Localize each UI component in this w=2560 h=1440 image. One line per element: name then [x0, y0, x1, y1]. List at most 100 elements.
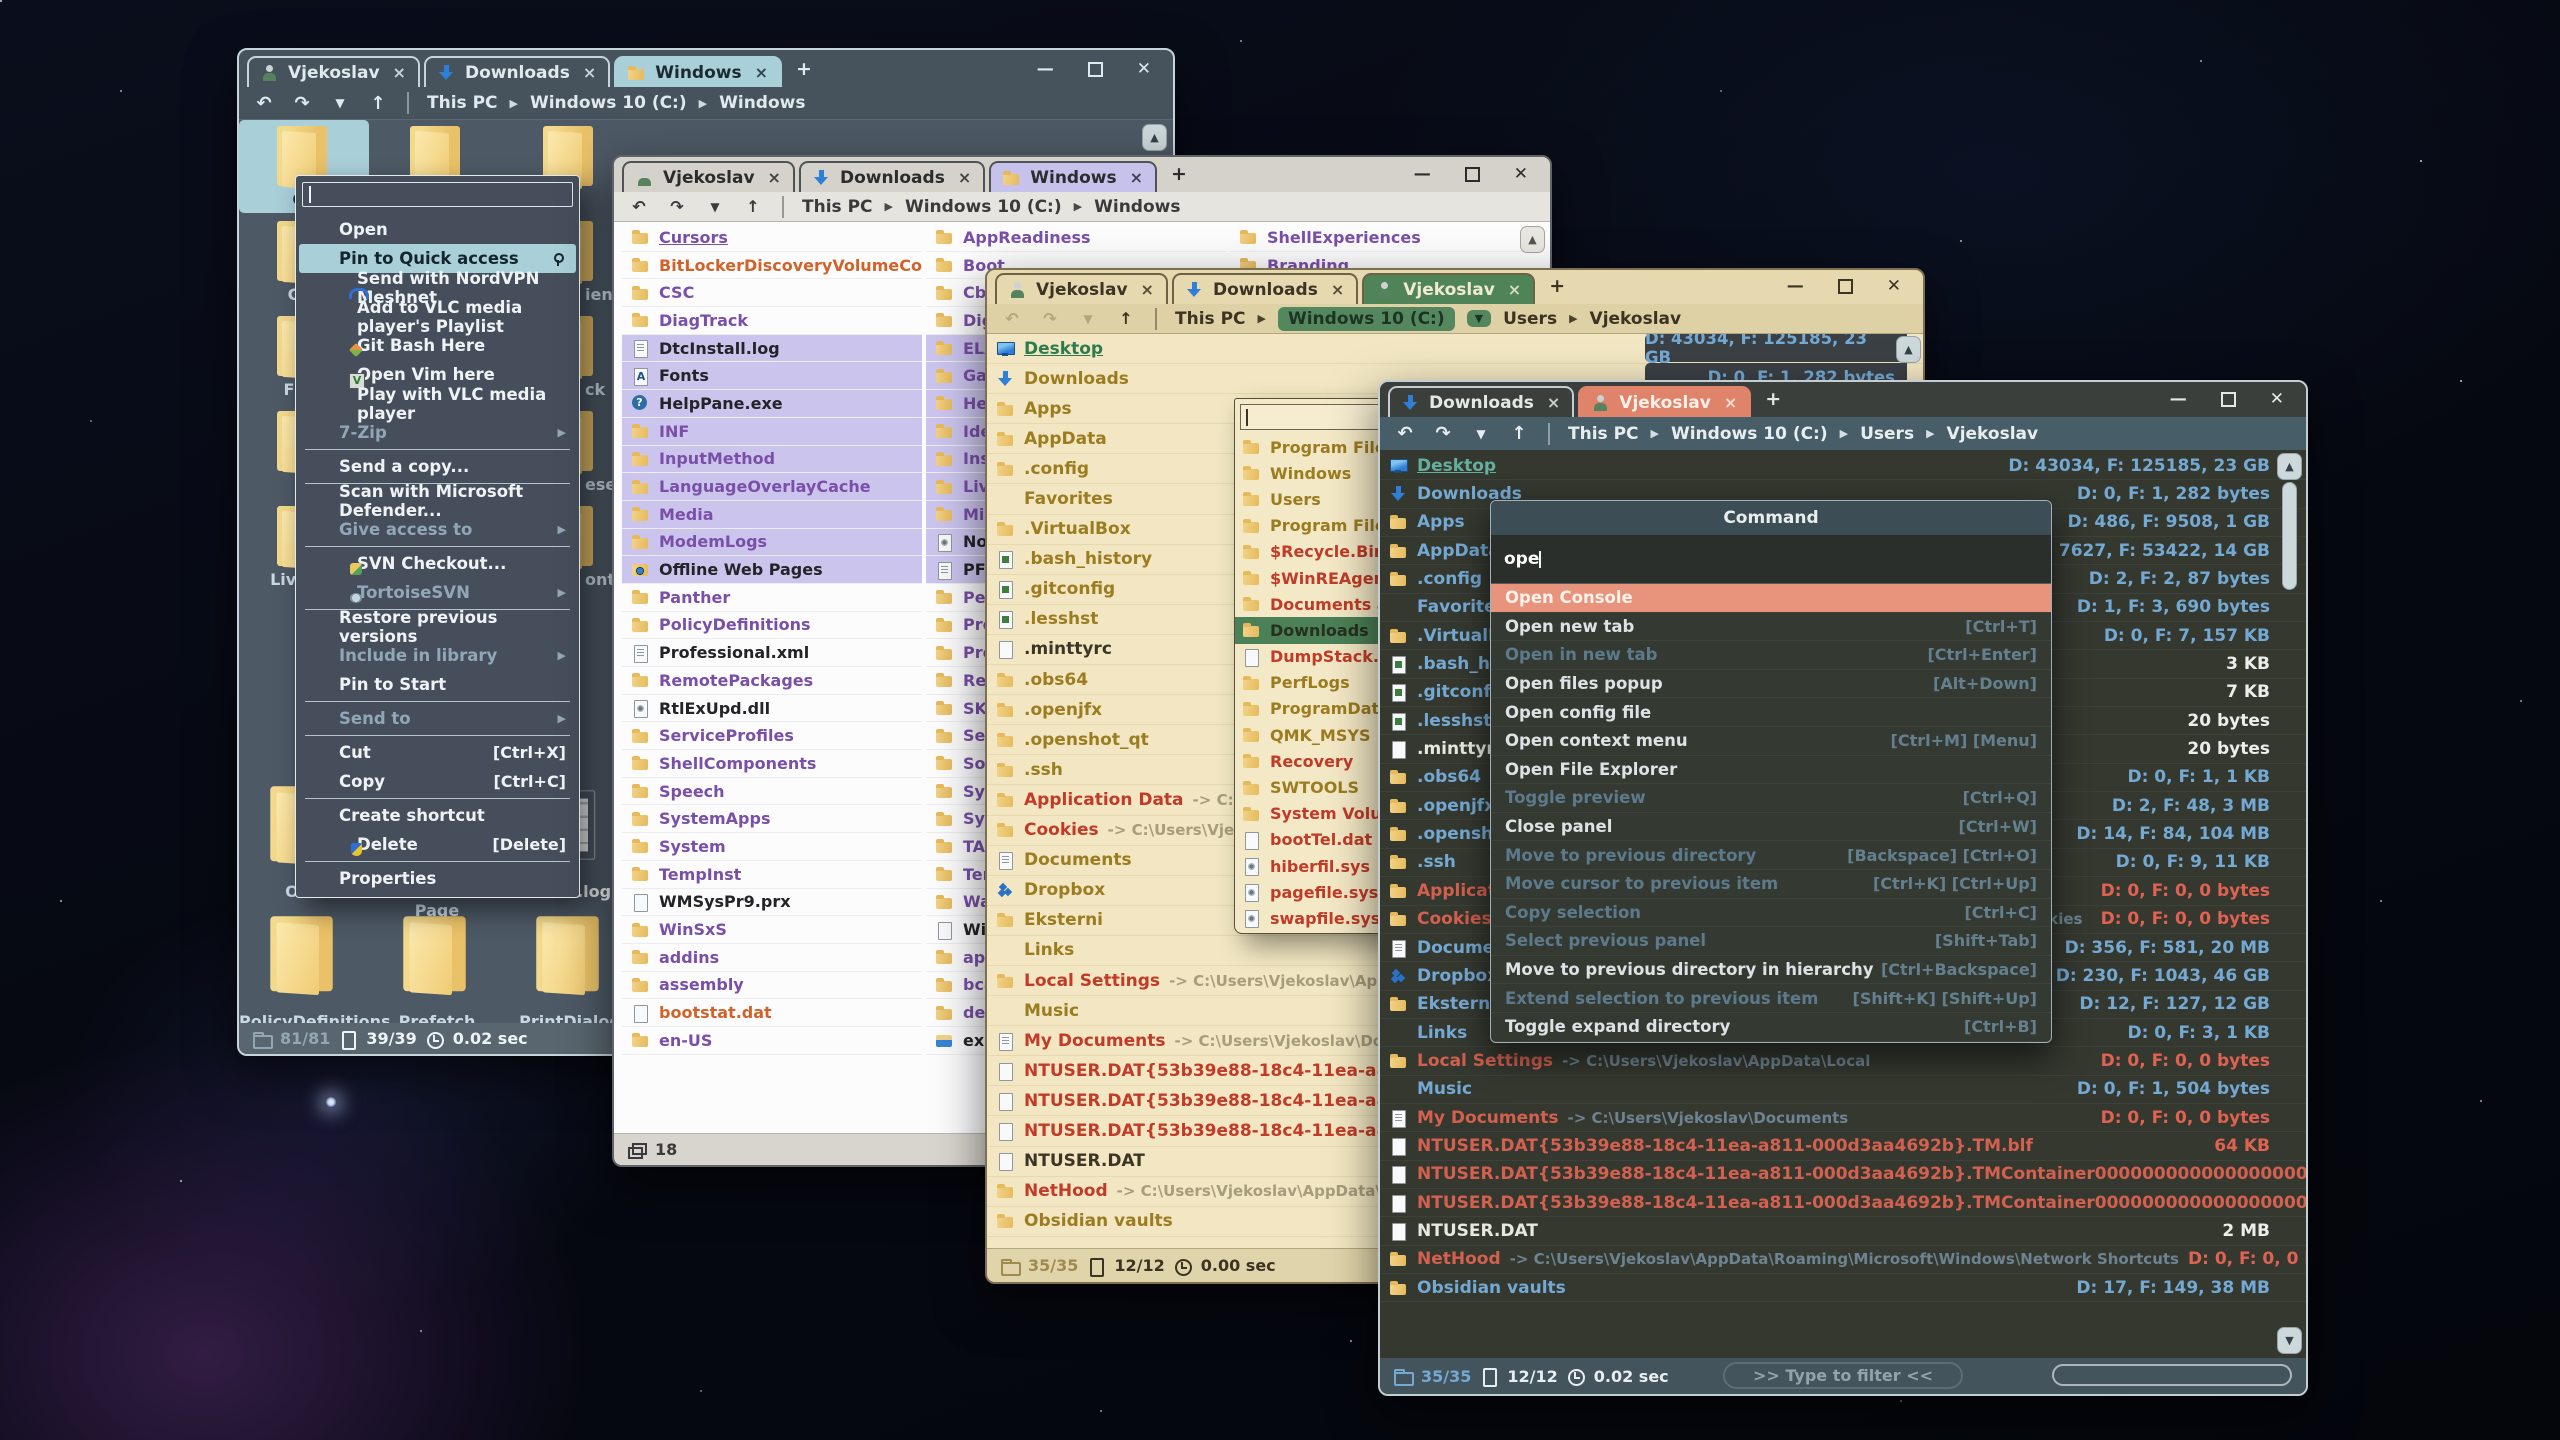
file-row[interactable]: ShellComponents	[622, 750, 922, 778]
file-row[interactable]: INF	[622, 418, 922, 446]
window3-tab-downloads[interactable]: Downloads×	[1172, 273, 1358, 304]
file-row[interactable]: assembly	[622, 972, 922, 1000]
breadcrumb-item[interactable]: This PC	[427, 93, 498, 113]
file-row[interactable]: WMSysPr9.prx	[622, 889, 922, 917]
menu-item-copy[interactable]: Copy[Ctrl+C]	[299, 767, 576, 796]
file-row[interactable]: Professional.xml	[622, 639, 922, 667]
new-tab-button[interactable]: +	[1171, 163, 1187, 185]
redo-icon[interactable]: ↷	[666, 197, 688, 216]
scroll-down-icon[interactable]: ▼	[2277, 1327, 2302, 1354]
tab-close-icon[interactable]: ×	[1141, 280, 1154, 299]
palette-item-open-new-tab[interactable]: Open new tab[Ctrl+T]	[1491, 613, 2051, 642]
palette-item-toggle-preview[interactable]: Toggle preview[Ctrl+Q]	[1491, 784, 2051, 813]
breadcrumb-item[interactable]: Windows 10 (C:)	[905, 197, 1062, 217]
tab-close-icon[interactable]: ×	[583, 63, 596, 82]
maximize-icon[interactable]	[2221, 392, 2236, 407]
window2-tab-vjekoslav[interactable]: Vjekoslav×	[622, 161, 795, 192]
palette-item-open-context-menu[interactable]: Open context menu[Ctrl+M] [Menu]	[1491, 727, 2051, 756]
breadcrumb-item[interactable]: Windows	[719, 93, 805, 113]
redo-icon[interactable]: ↷	[1039, 309, 1061, 328]
file-row[interactable]: Panther	[622, 584, 922, 612]
menu-item-delete[interactable]: Delete[Delete]	[299, 830, 576, 859]
scroll-up-icon[interactable]: ▲	[1142, 124, 1167, 151]
palette-item-close-panel[interactable]: Close panel[Ctrl+W]	[1491, 813, 2051, 842]
breadcrumb-item[interactable]: Windows	[1094, 197, 1180, 217]
palette-item-select-previous-panel[interactable]: Select previous panel[Shift+Tab]	[1491, 927, 2051, 956]
menu-item-send-a-copy[interactable]: Send a copy...	[299, 452, 576, 481]
minimize-icon[interactable]: —	[2170, 389, 2187, 409]
file-row[interactable]: Cursors	[622, 224, 922, 252]
undo-icon[interactable]: ↶	[1001, 309, 1023, 328]
breadcrumb-item[interactable]: Windows 10 (C:)	[1671, 424, 1828, 444]
up-directory-icon[interactable]: ↑	[367, 93, 389, 114]
file-row[interactable]: AppReadiness	[926, 224, 1226, 252]
breadcrumb-item[interactable]: Users	[1503, 309, 1557, 329]
window4-tab-vjekoslav[interactable]: Vjekoslav×	[1578, 386, 1751, 417]
menu-item-cut[interactable]: Cut[Ctrl+X]	[299, 738, 576, 767]
file-row[interactable]: NTUSER.DAT{53b39e88-18c4-11ea-a811-000d3…	[1380, 1189, 2306, 1217]
breadcrumb-item[interactable]: Vjekoslav	[1947, 424, 2039, 444]
palette-item-open-in-new-tab[interactable]: Open in new tab[Ctrl+Enter]	[1491, 641, 2051, 670]
grid-item[interactable]: Prefetch	[372, 910, 502, 1003]
palette-item-toggle-expand-directory[interactable]: Toggle expand directory[Ctrl+B]	[1491, 1013, 2051, 1042]
file-row[interactable]: NTUSER.DAT2 MB	[1380, 1217, 2306, 1245]
window2-tab-windows[interactable]: Windows×	[989, 161, 1157, 192]
breadcrumb-item[interactable]: Vjekoslav	[1590, 309, 1682, 329]
tab-close-icon[interactable]: ×	[1724, 393, 1737, 412]
redo-icon[interactable]: ↷	[291, 93, 313, 114]
menu-item-pin-to-start[interactable]: Pin to Start	[299, 670, 576, 699]
close-icon[interactable]: ✕	[1887, 276, 1901, 296]
command-input[interactable]: ope	[1491, 535, 2051, 584]
tab-close-icon[interactable]: ×	[768, 168, 781, 187]
scroll-up-icon[interactable]: ▲	[1896, 336, 1921, 363]
new-tab-button[interactable]: +	[1549, 275, 1565, 297]
up-directory-icon[interactable]: ↑	[742, 197, 764, 216]
breadcrumb-item[interactable]: Windows 10 (C:)	[530, 93, 687, 113]
breadcrumb-item[interactable]: This PC	[1568, 424, 1639, 444]
window3-tab-vjekoslav[interactable]: Vjekoslav×	[995, 273, 1168, 304]
palette-item-copy-selection[interactable]: Copy selection[Ctrl+C]	[1491, 899, 2051, 928]
menu-item-tortoisesvn[interactable]: TortoiseSVN▶	[299, 578, 576, 607]
close-icon[interactable]: ✕	[1137, 59, 1151, 79]
filter-input[interactable]: >> Type to filter <<	[1723, 1362, 1963, 1389]
up-directory-icon[interactable]: ↑	[1115, 309, 1137, 328]
tab-close-icon[interactable]: ×	[755, 63, 768, 82]
history-dropdown-icon[interactable]: ▼	[1470, 427, 1492, 441]
file-row[interactable]: Fonts	[622, 362, 922, 390]
window4-titlebar[interactable]: Downloads×Vjekoslav×+ — ✕	[1380, 382, 2306, 417]
file-row[interactable]: addins	[622, 944, 922, 972]
new-tab-button[interactable]: +	[1765, 388, 1781, 410]
file-row[interactable]: Media	[622, 501, 922, 529]
undo-icon[interactable]: ↶	[628, 197, 650, 216]
close-icon[interactable]: ✕	[2270, 389, 2284, 409]
window1-titlebar[interactable]: Vjekoslav×Downloads×Windows×+ — ✕	[239, 50, 1173, 87]
window2-titlebar[interactable]: Vjekoslav×Downloads×Windows×+ — ✕	[614, 157, 1550, 192]
file-row[interactable]: BitLockerDiscoveryVolumeContents	[622, 252, 922, 280]
breadcrumb-drive-dropdown-button[interactable]: ▼	[1467, 310, 1491, 327]
palette-item-move-to-previous-directory-in-hierarchy[interactable]: Move to previous directory in hierarchy[…	[1491, 956, 2051, 985]
tab-close-icon[interactable]: ×	[1547, 393, 1560, 412]
undo-icon[interactable]: ↶	[253, 93, 275, 114]
menu-item-svn-checkout[interactable]: SVN Checkout...	[299, 549, 576, 578]
palette-item-move-to-previous-directory[interactable]: Move to previous directory[Backspace] [C…	[1491, 841, 2051, 870]
file-row[interactable]: WinSxS	[622, 916, 922, 944]
menu-item-scan-with-microsoft-defender[interactable]: Scan with Microsoft Defender...	[299, 486, 576, 515]
file-row[interactable]: LanguageOverlayCache	[622, 473, 922, 501]
file-row[interactable]: TempInst	[622, 861, 922, 889]
file-row[interactable]: My Documents-> C:\Users\Vjekoslav\Docume…	[1380, 1104, 2306, 1132]
menu-item-play-with-vlc-media-player[interactable]: Play with VLC media player	[299, 389, 576, 418]
file-row[interactable]: Local Settings-> C:\Users\Vjekoslav\AppD…	[1380, 1047, 2306, 1075]
tab-close-icon[interactable]: ×	[1508, 280, 1521, 299]
palette-item-move-cursor-to-previous-item[interactable]: Move cursor to previous item[Ctrl+K] [Ct…	[1491, 870, 2051, 899]
history-dropdown-icon[interactable]: ▼	[704, 200, 726, 214]
file-row[interactable]: RemotePackages	[622, 667, 922, 695]
window3-titlebar[interactable]: Vjekoslav×Downloads×Vjekoslav×+ — ✕	[987, 270, 1923, 304]
menu-item-send-to[interactable]: Send to▶	[299, 704, 576, 733]
tab-close-icon[interactable]: ×	[393, 63, 406, 82]
file-row[interactable]: PolicyDefinitions	[622, 612, 922, 640]
breadcrumb-item[interactable]: This PC	[1175, 309, 1246, 329]
file-row[interactable]: Obsidian vaultsD: 17, F: 149, 38 MB	[1380, 1274, 2306, 1302]
file-row[interactable]: CSC	[622, 279, 922, 307]
file-row[interactable]: HelpPane.exe	[622, 390, 922, 418]
minimize-icon[interactable]: —	[1787, 276, 1804, 296]
